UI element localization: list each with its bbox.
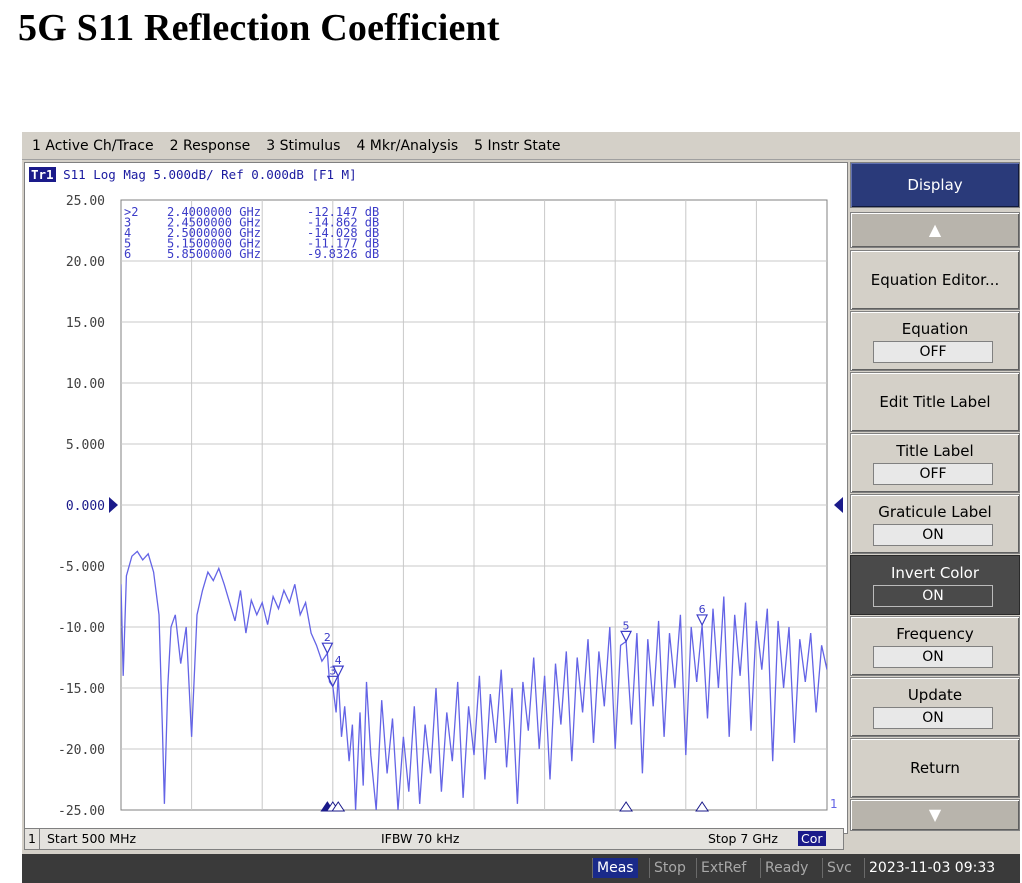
stop-frequency[interactable]: Stop 7 GHz	[708, 831, 778, 846]
marker-2-label: 2	[324, 631, 331, 644]
y-tick-label: -15.00	[58, 682, 105, 697]
y-tick-label: -25.00	[58, 804, 105, 819]
softkey-equation[interactable]: Equation OFF	[850, 311, 1020, 371]
marker-readout-frequency: 5.8500000 GHz	[167, 247, 261, 261]
status-extref: ExtRef	[696, 858, 750, 878]
y-tick-label: 0.000	[66, 499, 105, 514]
status-datetime: 2023-11-03 09:33	[864, 858, 999, 878]
scroll-up-button[interactable]: ▲	[850, 212, 1020, 248]
channel-status-bar: 1 Start 500 MHz IFBW 70 kHz Stop 7 GHz C…	[24, 828, 844, 850]
trace-description: S11 Log Mag 5.000dB/ Ref 0.000dB [F1 M]	[63, 167, 357, 182]
menu-bar: 1 Active Ch/Trace 2 Response 3 Stimulus …	[22, 132, 1020, 160]
marker-readout-id: 6	[124, 247, 131, 261]
softkey-label: Frequency	[896, 625, 974, 643]
softkey-label: Equation	[901, 320, 969, 338]
menu-active-ch-trace[interactable]: 1 Active Ch/Trace	[26, 138, 160, 154]
plot-area[interactable]: 25.00 20.00 15.00 10.00 5.000 0.000 -5.000 -10.…	[24, 162, 848, 834]
softkey-edit-title-label[interactable]: Edit Title Label	[850, 372, 1020, 432]
softkey-label: Equation Editor...	[870, 271, 1000, 289]
status-svc: Svc	[822, 858, 856, 878]
softkey-value: ON	[873, 707, 993, 729]
start-frequency[interactable]: Start 500 MHz	[47, 831, 136, 846]
softkey-equation-editor[interactable]: Equation Editor...	[850, 250, 1020, 310]
softkey-label: Update	[907, 686, 963, 704]
correction-indicator: Cor	[798, 831, 826, 846]
triangle-up-icon: ▲	[928, 220, 942, 239]
y-tick-label: -5.000	[58, 560, 105, 575]
softkey-label: Return	[910, 759, 960, 777]
status-stop: Stop	[649, 858, 690, 878]
softkey-invert-color[interactable]: Invert Color ON	[850, 555, 1020, 615]
softkey-value: ON	[873, 646, 993, 668]
softkey-title-label[interactable]: Title Label OFF	[850, 433, 1020, 493]
softkey-value: OFF	[873, 341, 993, 363]
marker-4-label: 4	[335, 654, 342, 667]
scroll-down-button[interactable]: ▼	[850, 799, 1020, 831]
instrument-status-bar: Meas Stop ExtRef Ready Svc 2023-11-03 09…	[22, 854, 1020, 883]
status-meas: Meas	[592, 858, 638, 878]
softkey-value: OFF	[873, 463, 993, 485]
reference-left-icon	[109, 497, 118, 513]
menu-instr-state[interactable]: 5 Instr State	[468, 138, 566, 154]
softkey-value: ON	[873, 524, 993, 546]
vna-window: 1 Active Ch/Trace 2 Response 3 Stimulus …	[22, 132, 1020, 883]
marker-readout-value: -9.8326 dB	[307, 247, 379, 261]
marker-5-label: 5	[623, 619, 630, 632]
y-tick-label: 20.00	[66, 255, 105, 270]
reference-right-icon	[834, 497, 843, 513]
softkey-return[interactable]: Return	[850, 738, 1020, 798]
softkey-panel: Display ▲ Equation Editor... Equation OF…	[850, 162, 1020, 831]
channel-number[interactable]: 1	[25, 829, 40, 849]
ifbw[interactable]: IFBW 70 kHz	[381, 831, 459, 846]
y-tick-label: -10.00	[58, 621, 105, 636]
softkey-graticule-label[interactable]: Graticule Label ON	[850, 494, 1020, 554]
menu-mkr-analysis[interactable]: 4 Mkr/Analysis	[350, 138, 464, 154]
trace-end-label: 1	[830, 797, 838, 811]
softkey-update[interactable]: Update ON	[850, 677, 1020, 737]
page-title: 5G S11 Reflection Coefficient	[18, 7, 500, 49]
y-tick-label: 25.00	[66, 194, 105, 209]
softkey-label: Graticule Label	[878, 503, 992, 521]
menu-response[interactable]: 2 Response	[164, 138, 257, 154]
triangle-down-icon: ▼	[928, 805, 942, 824]
y-tick-label: -20.00	[58, 743, 105, 758]
s11-chart: 25.00 20.00 15.00 10.00 5.000 0.000 -5.000 -10.…	[58, 194, 843, 819]
y-tick-label: 10.00	[66, 377, 105, 392]
menu-stimulus[interactable]: 3 Stimulus	[260, 138, 346, 154]
softkey-label: Title Label	[896, 442, 974, 460]
trace-header[interactable]: Tr1 S11 Log Mag 5.000dB/ Ref 0.000dB [F1…	[29, 167, 357, 182]
softkey-value: ON	[873, 585, 993, 607]
softkey-frequency[interactable]: Frequency ON	[850, 616, 1020, 676]
y-tick-label: 15.00	[66, 316, 105, 331]
status-ready: Ready	[760, 858, 812, 878]
softkey-display-header[interactable]: Display	[850, 162, 1020, 208]
softkey-label: Edit Title Label	[879, 393, 991, 411]
marker-6-label: 6	[699, 603, 706, 616]
softkey-label: Invert Color	[890, 564, 979, 582]
y-tick-label: 5.000	[66, 438, 105, 453]
trace-badge[interactable]: Tr1	[29, 167, 56, 182]
